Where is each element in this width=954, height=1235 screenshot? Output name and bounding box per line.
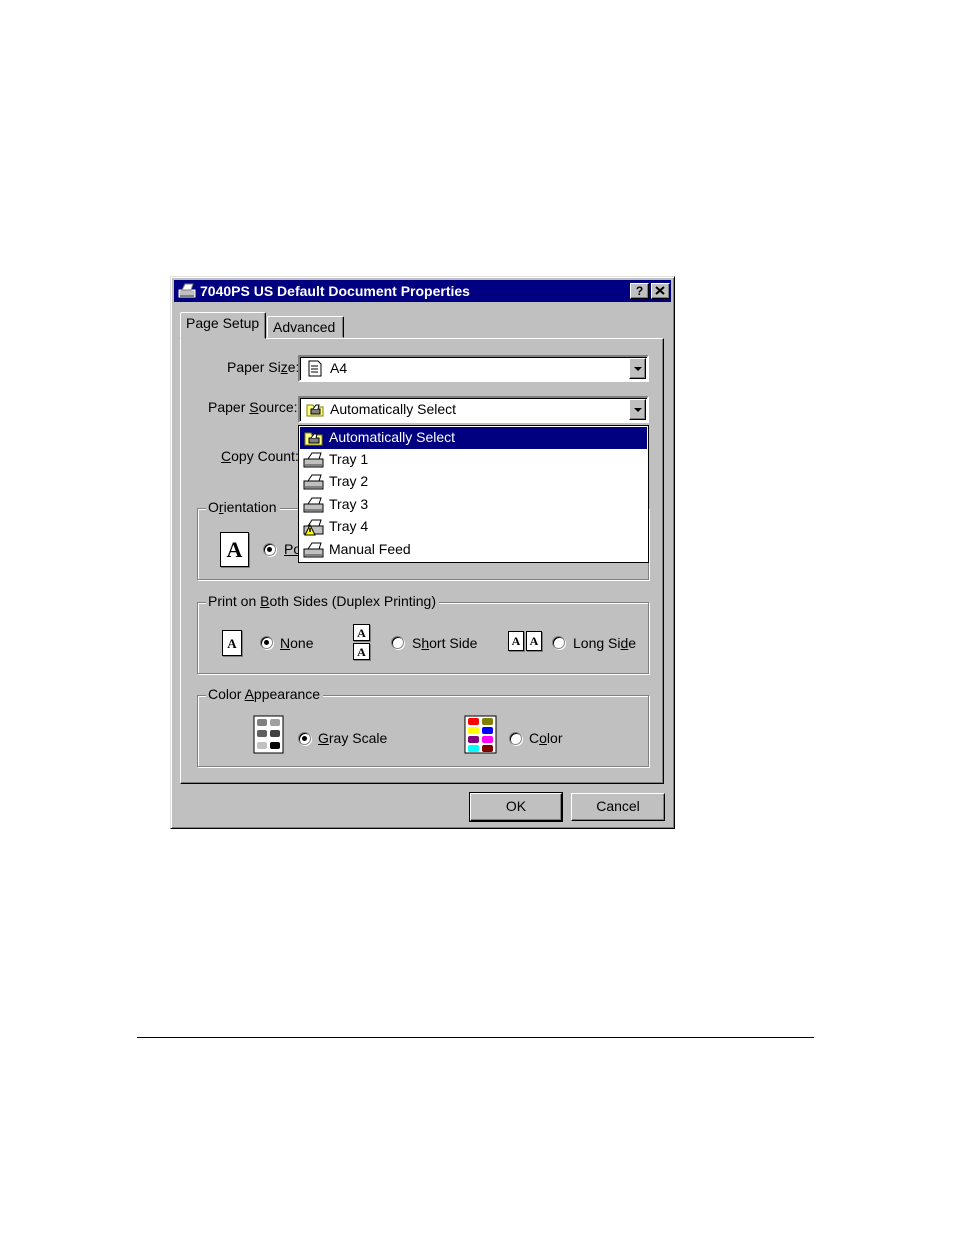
option-label: Tray 2 xyxy=(329,473,369,489)
long-side-page-left: A xyxy=(508,631,524,651)
color-appearance-group: Color Appearance Gray Scale Color xyxy=(197,686,649,767)
grayscale-icon xyxy=(253,715,284,754)
duplex-none-icon: A xyxy=(222,630,242,656)
document-properties-dialog: 7040PS US Default Document Properties ? … xyxy=(170,276,675,829)
color-palette-icon xyxy=(464,715,497,754)
short-side-page-top: A xyxy=(353,624,370,641)
paper-source-option-manual-feed[interactable]: Manual Feed xyxy=(300,539,647,561)
chevron-down-icon[interactable] xyxy=(629,399,646,420)
printer-warning-icon xyxy=(303,519,324,536)
gray-scale-label: Gray Scale xyxy=(318,730,388,746)
document-icon xyxy=(308,360,322,377)
paper-source-option-tray-4[interactable]: Tray 4 xyxy=(300,516,647,538)
short-side-radio[interactable] xyxy=(391,636,404,649)
paper-size-value: A4 xyxy=(330,360,348,376)
printer-icon xyxy=(303,474,324,490)
long-side-page-right: A xyxy=(526,631,542,651)
gray-scale-radio[interactable] xyxy=(298,732,311,745)
option-label: Tray 1 xyxy=(329,451,369,467)
chevron-down-icon[interactable] xyxy=(629,358,646,379)
ok-button[interactable]: OK xyxy=(469,792,563,822)
paper-source-option-tray-1[interactable]: Tray 1 xyxy=(300,449,647,471)
title-bar[interactable]: 7040PS US Default Document Properties ? xyxy=(174,280,671,302)
duplex-group: Print on Both Sides (Duplex Printing) A … xyxy=(197,593,649,674)
option-label: Manual Feed xyxy=(329,541,411,557)
color-appearance-title: Color Appearance xyxy=(206,686,324,702)
option-label: Tray 3 xyxy=(329,496,369,512)
tab-label: Page Setup xyxy=(186,315,260,331)
duplex-none-radio[interactable] xyxy=(260,636,273,649)
paper-size-select[interactable]: A4 xyxy=(298,355,649,382)
folder-printer-icon xyxy=(306,404,324,417)
duplex-none-label: None xyxy=(280,635,314,651)
cancel-button[interactable]: Cancel xyxy=(571,793,665,821)
paper-source-label: Paper Source: xyxy=(208,399,298,415)
help-button[interactable]: ? xyxy=(630,283,649,299)
paper-size-label: Paper Size: xyxy=(227,359,300,375)
printer-icon xyxy=(303,452,324,468)
color-radio[interactable] xyxy=(509,732,522,745)
tab-label: Advanced xyxy=(273,319,336,335)
close-icon xyxy=(655,286,665,295)
page-divider xyxy=(137,1037,814,1038)
portrait-radio[interactable] xyxy=(263,543,276,556)
short-side-label: Short Side xyxy=(412,635,478,651)
window-title: 7040PS US Default Document Properties xyxy=(200,283,470,299)
duplex-title: Print on Both Sides (Duplex Printing) xyxy=(206,593,440,609)
paper-source-value: Automatically Select xyxy=(330,401,457,417)
paper-source-option-tray-2[interactable]: Tray 2 xyxy=(300,471,647,493)
orientation-title: Orientation xyxy=(206,499,280,515)
color-label: Color xyxy=(529,730,563,746)
printer-icon xyxy=(303,497,324,513)
portrait-page-icon: A xyxy=(220,532,249,567)
short-side-icon: A A xyxy=(353,624,375,662)
paper-source-select[interactable]: Automatically Select xyxy=(298,396,649,423)
short-side-page-bottom: A xyxy=(353,643,370,660)
paper-source-option-automatically-select[interactable]: Automatically Select xyxy=(300,427,647,449)
long-side-label: Long Side xyxy=(573,635,637,651)
copy-count-label: Copy Count: xyxy=(221,448,299,464)
tab-page-setup[interactable]: Page Setup xyxy=(180,312,266,339)
printer-icon xyxy=(178,283,196,298)
folder-printer-icon xyxy=(304,432,323,446)
option-label: Automatically Select xyxy=(329,429,456,445)
long-side-icon: A A xyxy=(508,631,544,655)
long-side-radio[interactable] xyxy=(552,636,565,649)
close-button[interactable] xyxy=(651,283,670,299)
paper-source-option-tray-3[interactable]: Tray 3 xyxy=(300,494,647,516)
printer-icon xyxy=(303,542,324,558)
option-label: Tray 4 xyxy=(329,518,369,534)
paper-source-dropdown-list[interactable]: Automatically Select Tray 1 Tray 2 Tray … xyxy=(298,425,649,563)
tab-advanced[interactable]: Advanced xyxy=(267,316,344,338)
